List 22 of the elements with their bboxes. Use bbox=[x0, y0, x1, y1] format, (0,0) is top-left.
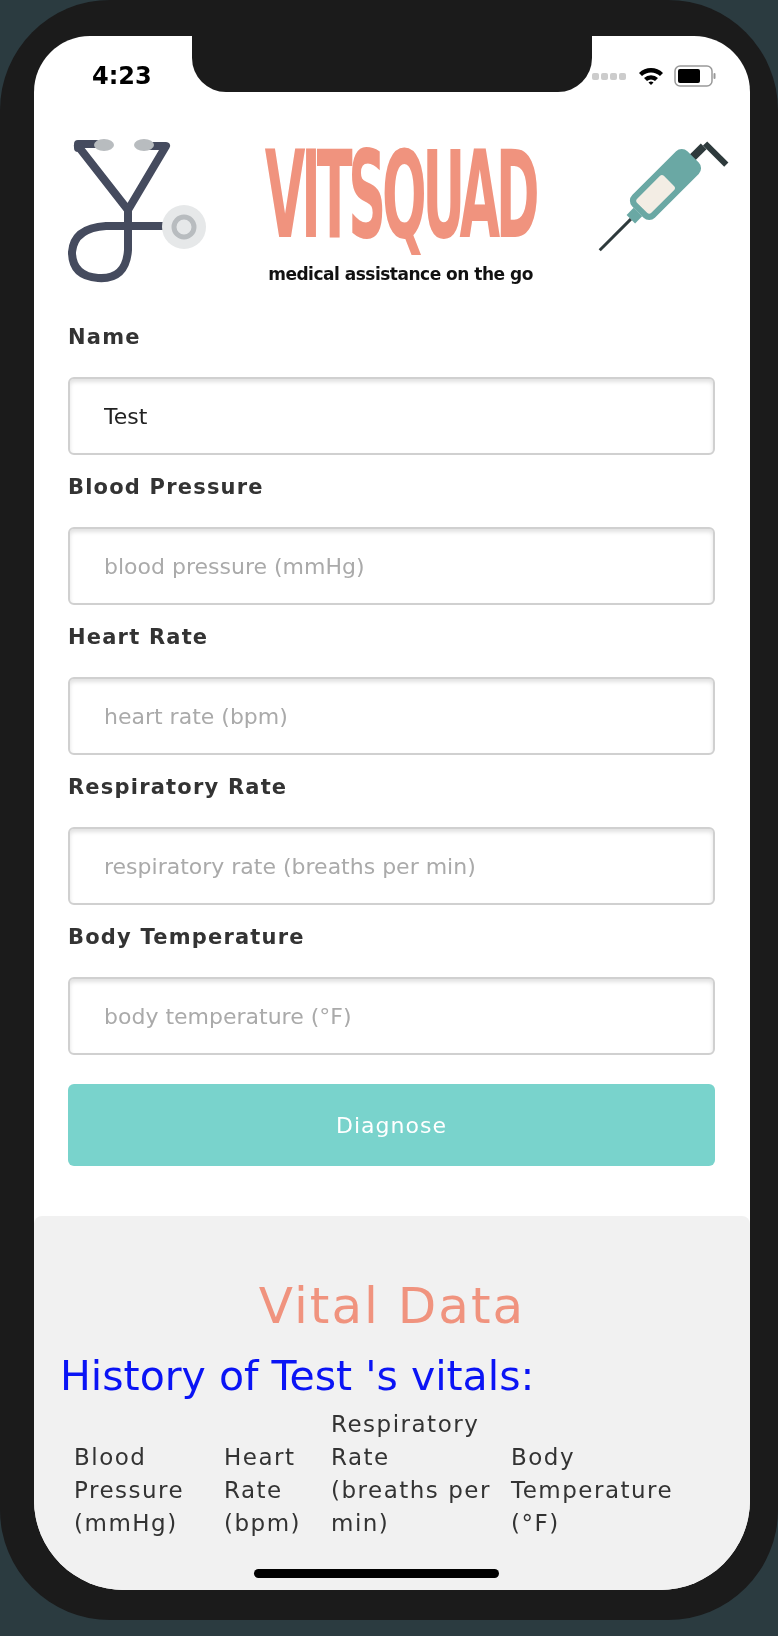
input-field[interactable]: Test bbox=[68, 377, 715, 455]
table-header-cell-text: Blood Pressure (mmHg) bbox=[74, 1443, 186, 1538]
input-field[interactable]: body temperature (°F) bbox=[68, 977, 715, 1055]
input-field[interactable]: blood pressure (mmHg) bbox=[68, 527, 715, 605]
table-header-cell-text: Respiratory Rate (breaths per min) bbox=[331, 1410, 492, 1538]
input-field[interactable]: respiratory rate (breaths per min) bbox=[68, 827, 715, 905]
tagline: medical assistance on the go bbox=[268, 264, 533, 284]
logo-text: VITSQUAD bbox=[265, 134, 536, 256]
section-title: Vital Data bbox=[257, 1276, 527, 1337]
field-label: Heart Rate bbox=[68, 624, 210, 651]
field-label: Name bbox=[68, 324, 142, 351]
battery-icon bbox=[674, 65, 716, 87]
signal-icon bbox=[592, 71, 628, 81]
table-header-cell-text: Heart Rate (bpm) bbox=[224, 1443, 303, 1538]
field-label: Body Temperature bbox=[68, 924, 306, 951]
wifi-icon bbox=[638, 66, 664, 86]
field-label: Respiratory Rate bbox=[68, 774, 289, 801]
status-time: 4:23 bbox=[92, 62, 152, 90]
input-field[interactable]: heart rate (bpm) bbox=[68, 677, 715, 755]
table-header-cell-text: Body Temperature (°F) bbox=[511, 1443, 675, 1538]
field-label: Blood Pressure bbox=[68, 474, 265, 501]
history-title: History of Test 's vitals: bbox=[60, 1351, 536, 1402]
